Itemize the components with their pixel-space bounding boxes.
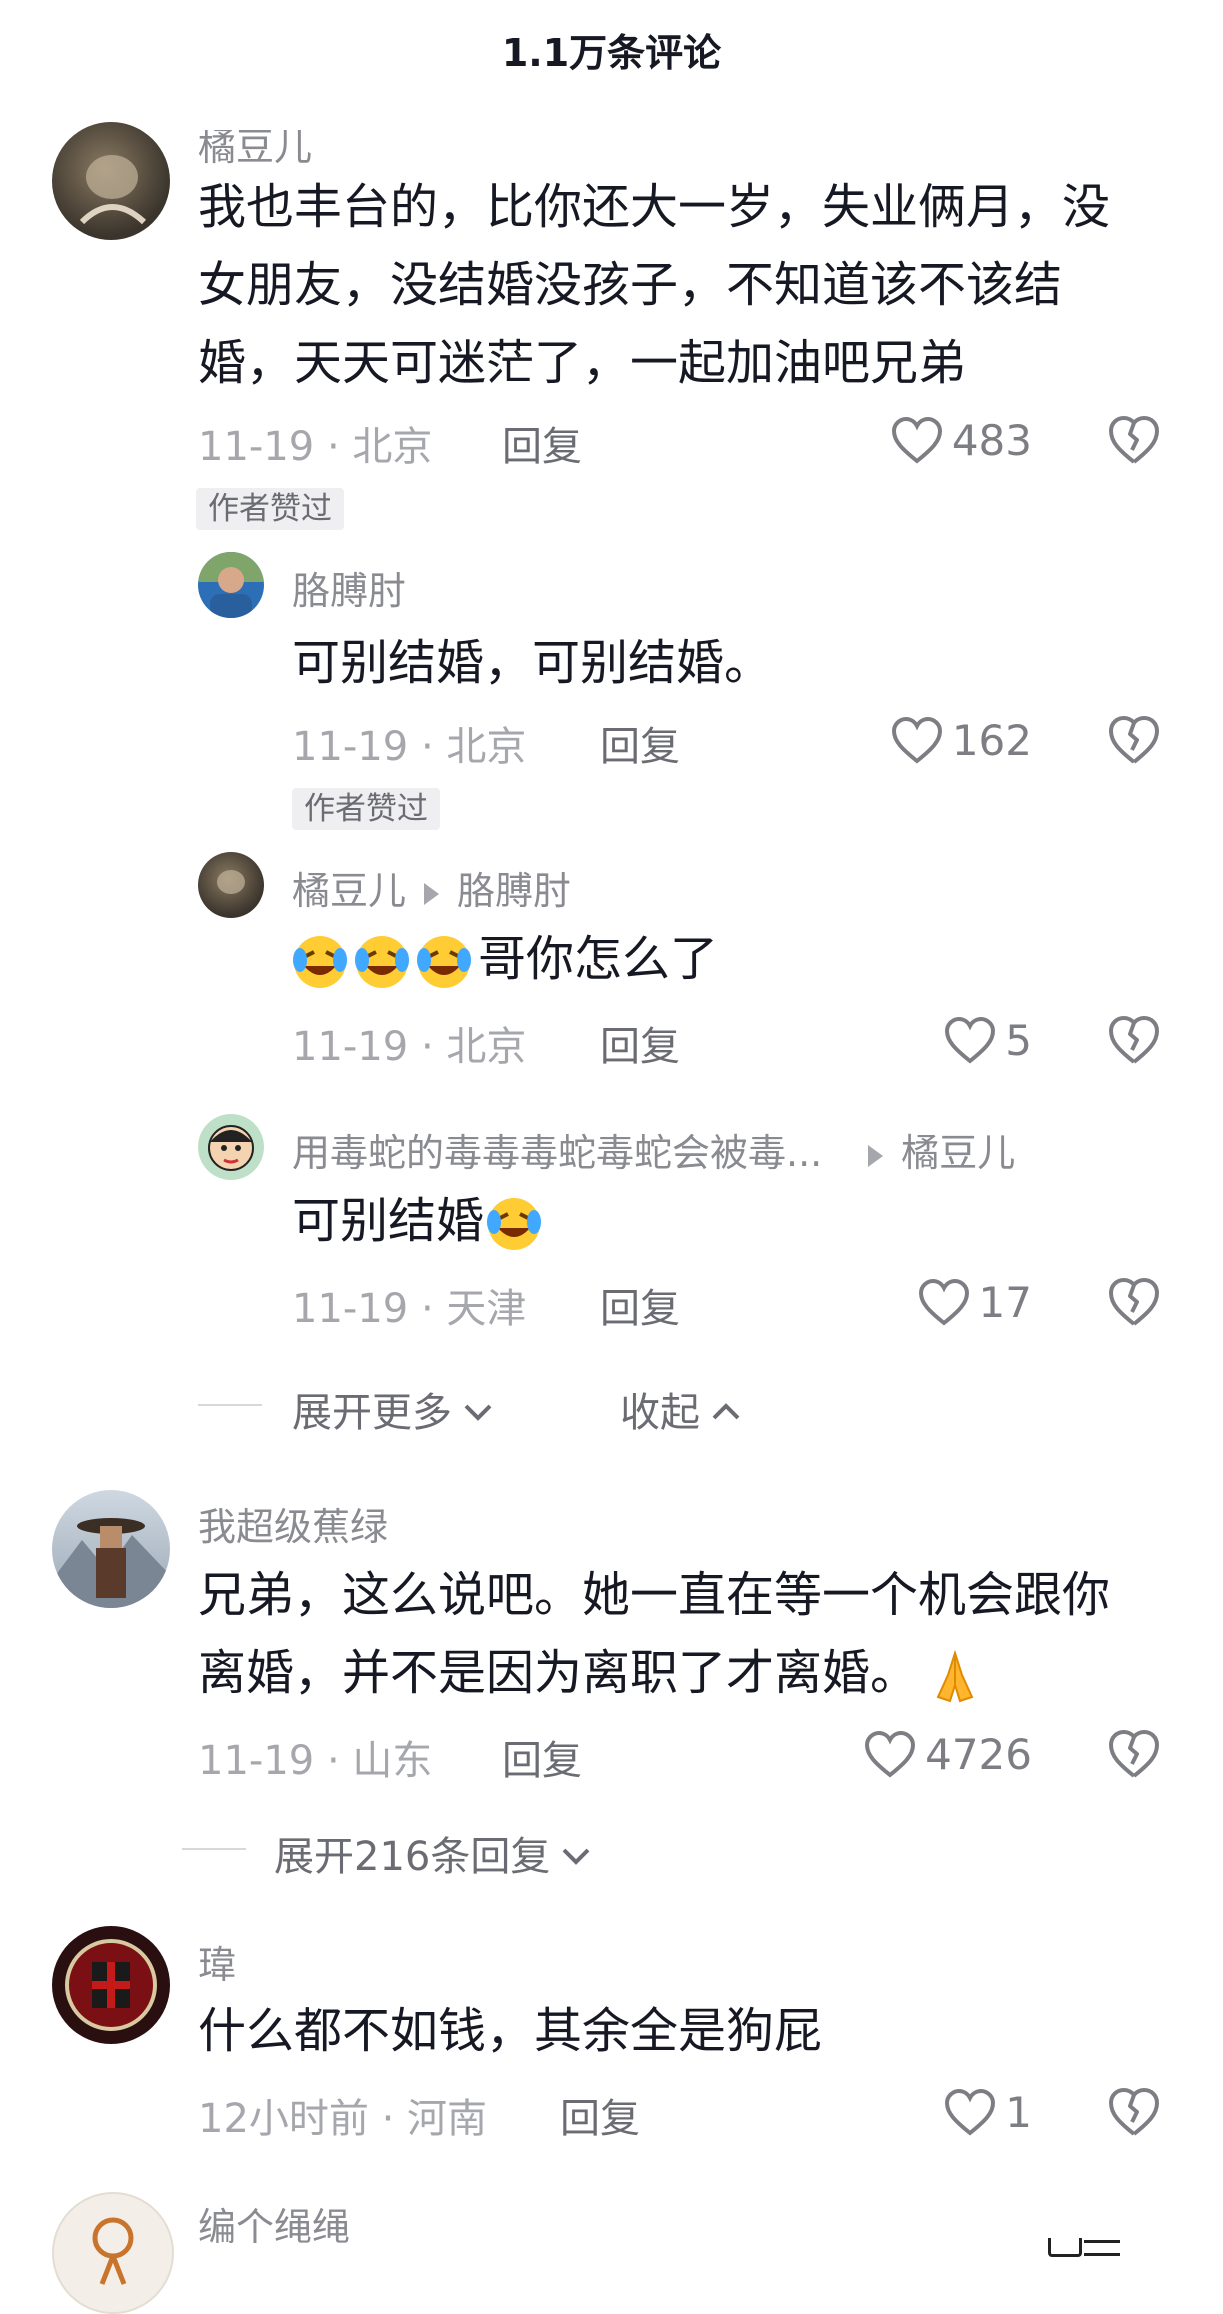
heart-outline-icon — [943, 1015, 997, 1065]
chevron-down-icon — [560, 1830, 592, 1876]
chevron-down-icon — [462, 1386, 494, 1432]
avatar[interactable] — [52, 1926, 170, 2044]
reply-arrow-icon — [424, 882, 440, 905]
avatar[interactable] — [198, 1114, 264, 1180]
comment-username[interactable]: 我超级蕉绿 — [198, 1496, 388, 1551]
comment-text: 兄弟，这么说吧。她一直在等一个机会跟你 — [198, 1567, 1111, 1623]
reply-arrow-icon — [868, 1144, 884, 1167]
comment-text: 我也丰台的，比你还大一岁，失业俩月，没 — [198, 179, 1111, 235]
comment-meta: 11-19 · 山东 — [198, 1738, 433, 1784]
reply-meta: 11-19 · 北京 — [292, 1024, 527, 1070]
comment-text-content: 离婚，并不是因为离职了才离婚。 — [198, 1645, 919, 1701]
chevron-up-icon — [710, 1386, 742, 1432]
broken-heart-icon[interactable] — [1106, 712, 1162, 768]
like-button[interactable]: 17 — [880, 1272, 1032, 1332]
heart-outline-icon — [890, 415, 944, 465]
like-button[interactable]: 483 — [880, 410, 1032, 470]
like-count: 17 — [978, 1277, 1032, 1327]
reply-target[interactable]: 橘豆儿 — [901, 1131, 1015, 1175]
broken-heart-icon[interactable] — [1106, 1726, 1162, 1782]
laughing-crying-emoji-icon — [292, 934, 348, 990]
laughing-crying-emoji-icon — [354, 934, 410, 990]
expand-replies-button[interactable]: 展开216条回复 — [274, 1824, 592, 1882]
comment-meta: 12小时前 · 河南 — [198, 2096, 488, 2142]
reply-username[interactable]: 胳膊肘 — [292, 560, 406, 615]
reply-target[interactable]: 胳膊肘 — [457, 869, 571, 913]
reply-username: 用毒蛇的毒毒毒蛇毒蛇会被毒... 橘豆儿 — [292, 1122, 1015, 1177]
comment-text: 婚，天天可迷茫了，一起加油吧兄弟 — [198, 335, 967, 391]
collapse-button[interactable]: 收起 — [620, 1380, 742, 1438]
bottom-right-lines-icon — [1084, 2240, 1120, 2256]
like-button[interactable]: 1 — [880, 2082, 1032, 2142]
folded-hands-emoji-icon — [924, 1645, 986, 1707]
reply-button[interactable]: 回复 — [600, 1014, 680, 1072]
avatar[interactable] — [198, 552, 264, 618]
reply-meta: 11-19 · 北京 — [292, 724, 527, 770]
reply-meta: 11-19 · 天津 — [292, 1286, 527, 1332]
author-liked-badge: 作者赞过 — [292, 788, 440, 830]
expand-replies-label: 展开216条回复 — [274, 1834, 551, 1880]
broken-heart-icon[interactable] — [1106, 1274, 1162, 1330]
laughing-crying-emoji-icon — [416, 934, 472, 990]
laughing-crying-emoji-icon — [486, 1196, 542, 1252]
heart-outline-icon — [917, 1277, 971, 1327]
like-count: 162 — [951, 715, 1032, 765]
like-count: 4726 — [925, 1729, 1032, 1779]
avatar[interactable] — [52, 1490, 170, 1608]
bottom-right-mark — [1048, 2238, 1082, 2257]
heart-outline-icon — [863, 1729, 917, 1779]
expand-more-button[interactable]: 展开更多 — [292, 1380, 494, 1438]
broken-heart-icon[interactable] — [1106, 412, 1162, 468]
author-liked-badge: 作者赞过 — [196, 488, 344, 530]
like-count: 1 — [1005, 2087, 1032, 2137]
like-count: 5 — [1005, 1015, 1032, 1065]
reply-button[interactable]: 回复 — [600, 714, 680, 772]
heart-outline-icon — [890, 715, 944, 765]
reply-author[interactable]: 用毒蛇的毒毒毒蛇毒蛇会被毒... — [292, 1131, 822, 1175]
like-button[interactable]: 162 — [880, 710, 1032, 770]
comment-text: 女朋友，没结婚没孩子，不知道该不该结 — [198, 257, 1063, 313]
broken-heart-icon[interactable] — [1106, 1012, 1162, 1068]
thread-divider — [182, 1848, 246, 1850]
like-button[interactable]: 5 — [880, 1010, 1032, 1070]
expand-more-label: 展开更多 — [292, 1390, 452, 1436]
reply-button[interactable]: 回复 — [502, 1728, 582, 1786]
reply-button[interactable]: 回复 — [560, 2086, 640, 2144]
comment-username[interactable]: 瑋 — [198, 1934, 236, 1989]
reply-button[interactable]: 回复 — [600, 1276, 680, 1334]
comment-text: 离婚，并不是因为离职了才离婚。 — [198, 1634, 992, 1712]
heart-outline-icon — [943, 2087, 997, 2137]
collapse-label: 收起 — [620, 1390, 700, 1436]
like-count: 483 — [951, 415, 1032, 465]
avatar[interactable] — [198, 852, 264, 918]
reply-text: 可别结婚 — [292, 1182, 548, 1260]
reply-username: 橘豆儿 胳膊肘 — [292, 860, 571, 915]
reply-text-content: 可别结婚 — [292, 1193, 485, 1249]
page-title: 1.1万条评论 — [501, 31, 722, 75]
comment-text: 什么都不如钱，其余全是狗屁 — [198, 2003, 823, 2059]
reply-author[interactable]: 橘豆儿 — [292, 869, 406, 913]
thread-divider — [198, 1404, 262, 1406]
reply-text-content: 哥你怎么了 — [478, 931, 719, 987]
comment-username[interactable]: 橘豆儿 — [198, 130, 312, 171]
avatar[interactable] — [52, 2192, 174, 2314]
comment-meta: 11-19 · 北京 — [198, 424, 433, 470]
reply-text: 可别结婚，可别结婚。 — [292, 635, 773, 691]
broken-heart-icon[interactable] — [1106, 2084, 1162, 2140]
reply-text: 哥你怎么了 — [292, 920, 718, 998]
avatar[interactable] — [52, 122, 170, 240]
like-button[interactable]: 4726 — [850, 1724, 1032, 1784]
comment-username[interactable]: 编个绳绳 — [198, 2196, 350, 2251]
reply-button[interactable]: 回复 — [502, 414, 582, 472]
